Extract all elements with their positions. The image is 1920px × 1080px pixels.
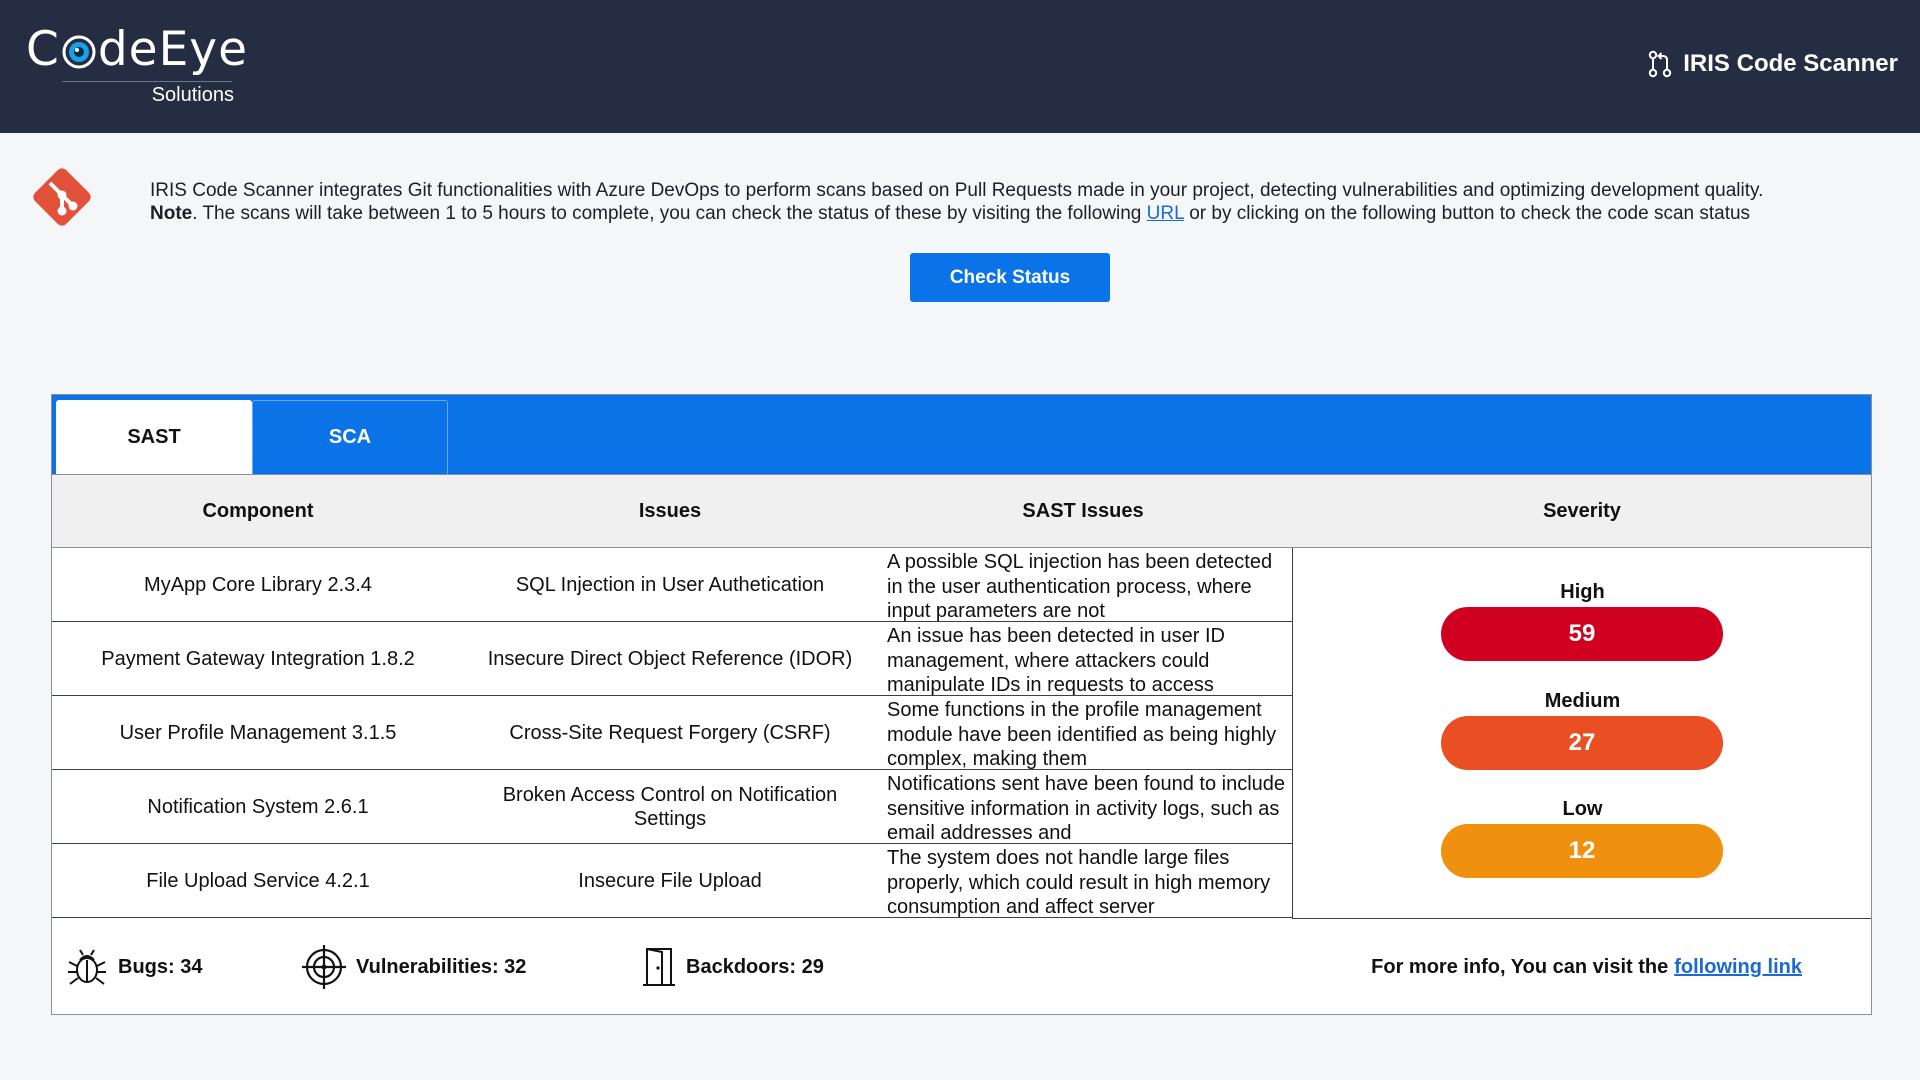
intro-description: IRIS Code Scanner integrates Git functio… (150, 180, 1764, 201)
more-info-text: For more info, You can visit the (1371, 955, 1669, 978)
check-status-button[interactable]: Check Status (910, 253, 1110, 302)
crosshair-icon (302, 945, 346, 989)
component-cell: MyApp Core Library 2.3.4 (144, 573, 372, 596)
component-cell: File Upload Service 4.2.1 (146, 869, 370, 892)
severity-label-low: Low (1562, 798, 1603, 820)
intro-note: Note. The scans will take between 1 to 5… (150, 202, 1875, 225)
severity-badge-high: 59 (1441, 607, 1723, 661)
more-info-link[interactable]: following link (1674, 956, 1802, 979)
issue-cell: Insecure File Upload (578, 869, 762, 892)
issue-cell: Cross-Site Request Forgery (CSRF) (509, 721, 831, 744)
tab-bar: SAST SCA (52, 395, 1871, 474)
severity-summary: High 59 Medium 27 Low 12 (1292, 548, 1871, 919)
component-cell: Payment Gateway Integration 1.8.2 (101, 647, 415, 670)
component-cell: User Profile Management 3.1.5 (119, 721, 397, 744)
bugs-stat: Bugs: 34 (66, 919, 202, 1015)
column-header-component: Component (202, 499, 314, 522)
issue-cell: Insecure Direct Object Reference (IDOR) (487, 647, 853, 670)
sast-issue-cell: A possible SQL injection has been detect… (887, 551, 1273, 621)
table-row: Payment Gateway Integration 1.8.2 Insecu… (52, 622, 1292, 696)
summary-footer: Bugs: 34 Vulnerabilities: 32 Backdoors: … (52, 919, 1871, 1015)
vulnerabilities-count: Vulnerabilities: 32 (356, 955, 527, 978)
app-brand: IRIS Code Scanner (1647, 50, 1898, 78)
backdoors-stat: Backdoors: 29 (642, 919, 824, 1015)
issue-cell: Broken Access Control on Notification Se… (502, 783, 838, 830)
git-icon (33, 168, 91, 226)
eye-icon (62, 35, 96, 69)
scan-results-panel: SAST SCA Component Issues SAST Issues Se… (51, 394, 1872, 1015)
sast-issue-cell: Some functions in the profile management… (887, 699, 1277, 769)
column-header-issues: Issues (638, 499, 702, 522)
door-icon (643, 948, 675, 986)
pull-request-icon (1649, 50, 1672, 78)
vulnerabilities-stat: Vulnerabilities: 32 (302, 919, 526, 1015)
logo-wordmark: CdeEye (26, 22, 249, 77)
bugs-count: Bugs: 34 (118, 955, 203, 978)
severity-label-high: High (1560, 581, 1605, 603)
sast-issue-cell: The system does not handle large files p… (887, 847, 1271, 917)
intro-text: IRIS Code Scanner integrates Git functio… (150, 179, 1875, 225)
table-row: MyApp Core Library 2.3.4 SQL Injection i… (52, 548, 1292, 622)
table-row: Notification System 2.6.1 Broken Access … (52, 770, 1292, 844)
note-text: . The scans will take between 1 to 5 hou… (192, 203, 1147, 224)
severity-label-medium: Medium (1544, 690, 1621, 712)
severity-badge-low: 12 (1441, 824, 1723, 878)
backdoors-count: Backdoors: 29 (686, 955, 824, 978)
column-header-sast-issues: SAST Issues (1022, 499, 1144, 522)
tab-sast[interactable]: SAST (56, 400, 252, 474)
issue-cell: SQL Injection in User Authetication (515, 573, 825, 596)
severity-badge-medium: 27 (1441, 716, 1723, 770)
sast-issue-cell: An issue has been detected in user ID ma… (887, 625, 1225, 695)
table-row: File Upload Service 4.2.1 Insecure File … (52, 844, 1292, 918)
table-row: User Profile Management 3.1.5 Cross-Site… (52, 696, 1292, 770)
table-header: Component Issues SAST Issues Severity (52, 474, 1871, 548)
sast-issue-cell: Notifications sent have been found to in… (887, 773, 1286, 843)
note-label: Note (150, 203, 193, 224)
note-text-end: or by clicking on the following button t… (1183, 203, 1751, 224)
component-cell: Notification System 2.6.1 (147, 795, 369, 818)
app-title: IRIS Code Scanner (1683, 50, 1898, 77)
bug-icon (68, 949, 106, 985)
top-header: CdeEye Solutions IRIS Code Scanner (0, 0, 1920, 133)
status-url-link[interactable]: URL (1147, 203, 1184, 224)
tab-sca[interactable]: SCA (252, 400, 448, 474)
company-logo[interactable]: CdeEye Solutions (26, 22, 247, 112)
more-info: For more info, You can visit the followi… (1371, 919, 1802, 1015)
column-header-severity: Severity (1543, 499, 1621, 522)
logo-subtitle: Solutions (151, 84, 234, 106)
